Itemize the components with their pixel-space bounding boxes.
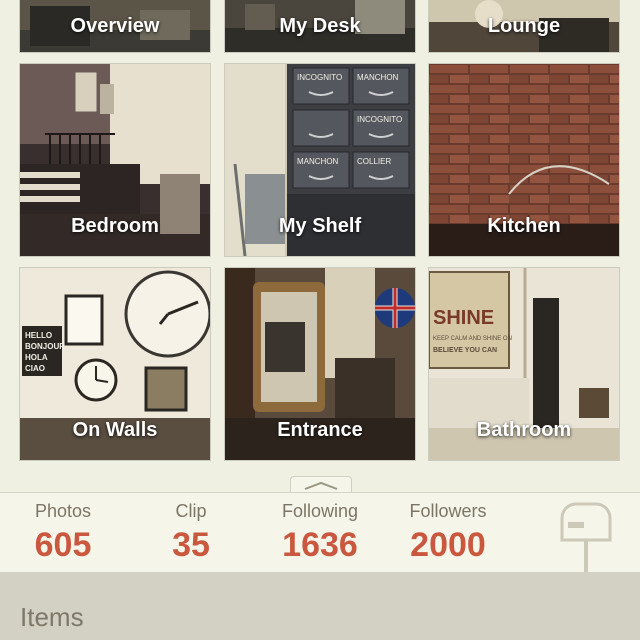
drawer-label: INCOGNITO — [357, 115, 402, 124]
tile-bathroom[interactable]: SHINE KEEP CALM AND SHINE ON BELIEVE YOU… — [429, 268, 619, 460]
stat-value: 2000 — [410, 526, 486, 564]
drawer-label: MANCHON — [297, 157, 339, 166]
mailbox-button[interactable] — [556, 500, 616, 572]
tile-label: Kitchen — [487, 215, 561, 237]
stat-value: 605 — [34, 526, 92, 564]
stat-value: 35 — [172, 526, 210, 564]
stat-value: 1636 — [282, 526, 358, 564]
tile-entrance[interactable]: Entrance — [225, 268, 415, 460]
sign-text: HOLA — [25, 353, 48, 362]
tile-label: My Shelf — [278, 215, 362, 237]
sign-text: SHINE — [433, 307, 494, 329]
tile-label: On Walls — [72, 419, 158, 441]
stat-label: Followers — [409, 501, 487, 521]
tile-label: My Desk — [279, 15, 361, 37]
stat-label: Clip — [175, 501, 207, 521]
stat-label: Photos — [34, 501, 92, 521]
sign-text: CIAO — [25, 364, 45, 373]
sign-text: BONJOUR — [25, 342, 65, 351]
tile-label: Overview — [70, 15, 160, 37]
stat-label: Following — [281, 501, 359, 521]
sign-text: BELIEVE YOU CAN — [433, 347, 497, 354]
tile-my-desk[interactable]: My Desk — [225, 0, 415, 52]
sign-text: KEEP CALM AND SHINE ON — [433, 336, 512, 342]
mailbox-icon — [560, 502, 612, 572]
profile-stats-bar: Photos 605 Clip 35 Following 1636 Follow… — [0, 492, 640, 573]
sign-text: HELLO — [25, 331, 52, 340]
drawer-label: INCOGNITO — [297, 73, 342, 82]
room-grid: Overview My Desk Lounge Bedroom INCOGNIT… — [0, 0, 640, 492]
tile-label: Entrance — [277, 419, 363, 441]
tile-overview[interactable]: Overview — [20, 0, 210, 52]
drawer-label: MANCHON — [357, 73, 399, 82]
tile-label: Bathroom — [476, 419, 572, 441]
section-title: Items — [20, 602, 84, 632]
stat-clip[interactable]: Clip 35 — [148, 501, 234, 565]
tile-label: Bedroom — [71, 215, 159, 237]
stat-followers[interactable]: Followers 2000 — [396, 501, 500, 565]
tile-lounge[interactable]: Lounge — [429, 0, 619, 52]
drawer-label: COLLIER — [357, 157, 391, 166]
tile-on-walls[interactable]: HELLO BONJOUR HOLA CIAO On Walls — [20, 268, 210, 460]
tile-label: Lounge — [487, 15, 561, 37]
tile-my-shelf[interactable]: INCOGNITO MANCHON INCOGNITO MANCHON COLL… — [225, 64, 415, 256]
stat-photos[interactable]: Photos 605 — [18, 501, 108, 565]
stat-following[interactable]: Following 1636 — [268, 501, 372, 565]
tile-bedroom[interactable]: Bedroom — [20, 64, 210, 256]
items-section: Items — [0, 572, 640, 640]
tile-kitchen[interactable]: Kitchen — [429, 64, 619, 256]
